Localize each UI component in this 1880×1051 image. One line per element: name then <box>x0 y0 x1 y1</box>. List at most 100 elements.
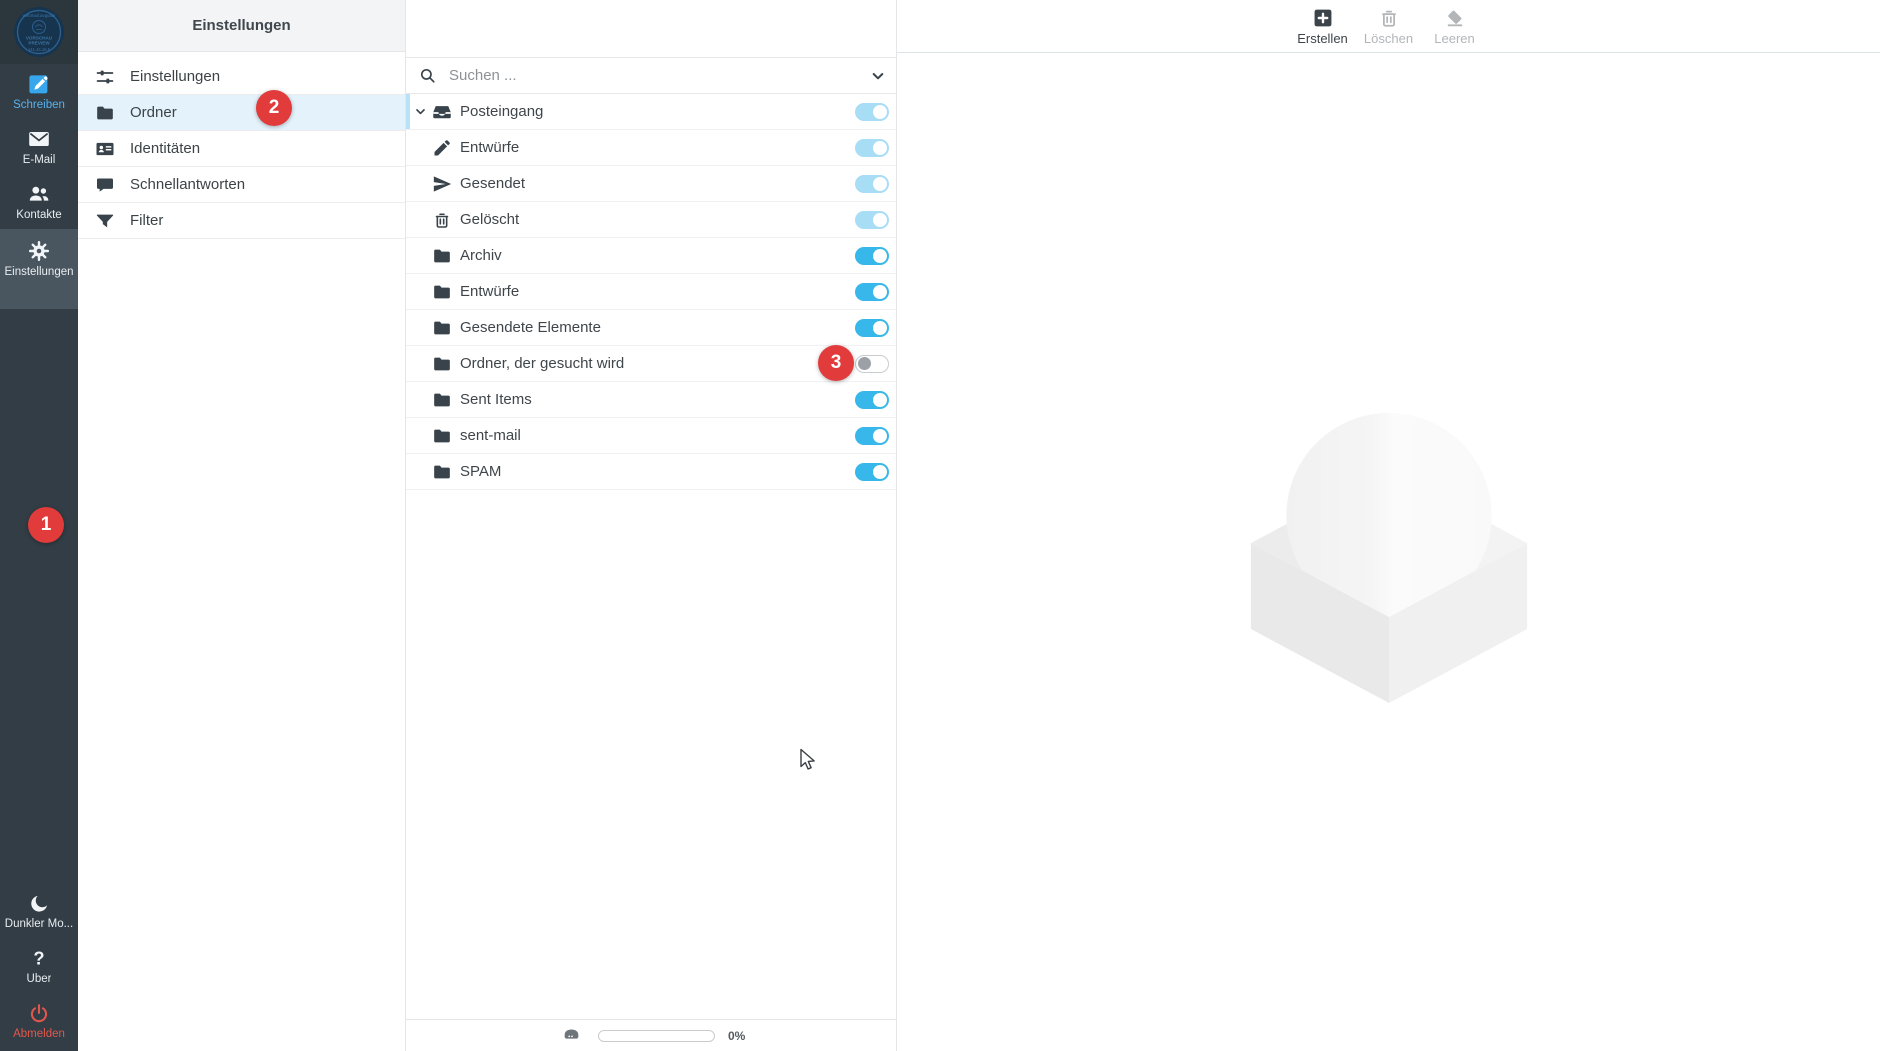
folder-row[interactable]: Entwürfe <box>406 130 896 166</box>
tutorial-step-badge-1: 1 <box>28 507 64 543</box>
gear-icon <box>27 239 51 263</box>
folder-subscription-toggle[interactable] <box>855 355 889 373</box>
sidebar-item-kontakte[interactable]: Kontakte <box>0 174 78 229</box>
delete-button: Löschen <box>1360 7 1418 46</box>
sidebar-item-label: Kontakte <box>16 209 61 221</box>
main-sidebar: webmail.avguideVORSCHAUPREVIEW141.44.16.… <box>0 0 78 1051</box>
svg-text:PREVIEW: PREVIEW <box>28 41 50 46</box>
power-icon <box>28 1003 50 1025</box>
folder-row[interactable]: Sent Items <box>406 382 896 418</box>
folder-icon <box>432 426 452 446</box>
search-input[interactable] <box>447 66 858 85</box>
svg-text:webmail.avguide: webmail.avguide <box>23 13 56 18</box>
folder-row[interactable]: Gesendete Elemente <box>406 310 896 346</box>
empty-button: Leeren <box>1426 7 1484 46</box>
settings-nav-item-einstellungen[interactable]: Einstellungen <box>78 59 405 95</box>
folder-row[interactable]: sent-mail <box>406 418 896 454</box>
folder-subscription-toggle[interactable] <box>855 211 889 229</box>
trash-icon <box>432 210 452 230</box>
folder-label: Archiv <box>460 247 502 264</box>
app-logo[interactable]: webmail.avguideVORSCHAUPREVIEW141.44.16.… <box>0 0 78 64</box>
folder-label: sent-mail <box>460 427 521 444</box>
folder-subscription-toggle[interactable] <box>855 283 889 301</box>
toggle-knob <box>873 177 887 191</box>
folder-list-panel: Posteingang Entwürfe Gesendet Gelöscht Archi… <box>406 0 897 1051</box>
folder-label: Gesendet <box>460 175 525 192</box>
folder-row[interactable]: Posteingang <box>406 94 896 130</box>
quota-bar: 0% <box>406 1019 896 1051</box>
toggle-knob <box>873 393 887 407</box>
folder-icon <box>432 246 452 266</box>
send-icon <box>432 174 452 194</box>
focus-indicator <box>406 94 410 129</box>
folder-label: Gelöscht <box>460 211 519 228</box>
folder-search-bar <box>406 58 896 94</box>
toggle-knob <box>873 141 887 155</box>
folder-subscription-toggle[interactable] <box>855 427 889 445</box>
envelope-icon <box>27 127 51 151</box>
folder-label: Sent Items <box>460 391 532 408</box>
folder-subscription-toggle[interactable] <box>855 175 889 193</box>
settings-nav-label: Identitäten <box>130 140 200 157</box>
folder-label: Gesendete Elemente <box>460 319 601 336</box>
settings-nav-panel: Einstellungen Einstellungen Ordner Identit… <box>78 0 406 1051</box>
svg-text:?: ? <box>33 948 44 969</box>
moon-icon <box>28 893 50 915</box>
sidebar-item-email[interactable]: E-Mail <box>0 119 78 174</box>
folder-row[interactable]: SPAM <box>406 454 896 490</box>
pencil-icon <box>432 138 452 158</box>
folder-row[interactable]: Gelöscht <box>406 202 896 238</box>
sidebar-item-label: Abmelden <box>13 1028 65 1040</box>
settings-nav-label: Einstellungen <box>130 68 220 85</box>
plus-square-icon <box>1312 7 1334 29</box>
quota-progress <box>598 1030 715 1042</box>
folder-row[interactable]: Gesendet <box>406 166 896 202</box>
folder-subscription-toggle[interactable] <box>855 247 889 265</box>
folder-detail-area: Erstellen LöschenLeeren <box>897 0 1880 1051</box>
question-icon: ? <box>28 948 50 970</box>
folder-row[interactable]: Entwürfe <box>406 274 896 310</box>
settings-nav-item-identitaeten[interactable]: Identitäten <box>78 131 405 167</box>
folder-subscription-toggle[interactable] <box>855 463 889 481</box>
sidebar-item-label: Über <box>27 973 52 985</box>
filter-icon <box>94 211 116 231</box>
sidebar-item-abmelden[interactable]: Abmelden <box>0 994 78 1049</box>
folder-label: Ordner, der gesucht wird <box>460 355 624 372</box>
create-button[interactable]: Erstellen <box>1294 7 1352 46</box>
folder-subscription-toggle[interactable] <box>855 391 889 409</box>
settings-nav-item-ordner[interactable]: Ordner <box>78 95 405 131</box>
eraser-icon <box>1444 7 1466 29</box>
tutorial-step-badge-3: 3 <box>818 345 854 381</box>
folder-label: Entwürfe <box>460 283 519 300</box>
folder-row[interactable]: Archiv <box>406 238 896 274</box>
settings-nav-item-filter[interactable]: Filter <box>78 203 405 239</box>
sidebar-item-ueber[interactable]: ? Über <box>0 939 78 994</box>
chat-icon <box>94 175 116 195</box>
expand-chevron-down-icon[interactable] <box>414 105 427 118</box>
sidebar-item-schreiben[interactable]: Schreiben <box>0 64 78 119</box>
folder-subscription-toggle[interactable] <box>855 139 889 157</box>
sidebar-item-dunkler-modus[interactable]: Dunkler Mo... <box>0 884 78 939</box>
folder-icon <box>432 318 452 338</box>
roundcube-watermark <box>1241 404 1537 709</box>
toggle-knob <box>873 429 887 443</box>
folder-subscription-toggle[interactable] <box>855 103 889 121</box>
logo-stamp: webmail.avguideVORSCHAUPREVIEW141.44.16.… <box>13 6 65 58</box>
sidebar-item-label: Einstellungen <box>4 266 73 278</box>
tutorial-step-badge-2: 2 <box>256 90 292 126</box>
inbox-icon <box>432 102 452 122</box>
search-options-chevron-down-icon[interactable] <box>870 68 886 84</box>
webmail-settings-app: webmail.avguideVORSCHAUPREVIEW141.44.16.… <box>0 0 1880 1051</box>
toggle-knob <box>873 249 887 263</box>
folder-label: Entwürfe <box>460 139 519 156</box>
trash-icon <box>1378 7 1400 29</box>
idcard-icon <box>94 139 116 159</box>
toolbar-button-label: Erstellen <box>1297 31 1348 46</box>
toggle-knob <box>873 213 887 227</box>
sidebar-item-einstellungen[interactable]: Einstellungen1 <box>0 229 78 309</box>
folder-subscription-toggle[interactable] <box>855 319 889 337</box>
quota-percent-label: 0% <box>728 1029 745 1043</box>
sidebar-item-label: Dunkler Mo... <box>5 918 73 930</box>
settings-nav-item-schnellantworten[interactable]: Schnellantworten <box>78 167 405 203</box>
settings-panel-title: Einstellungen <box>78 0 405 52</box>
